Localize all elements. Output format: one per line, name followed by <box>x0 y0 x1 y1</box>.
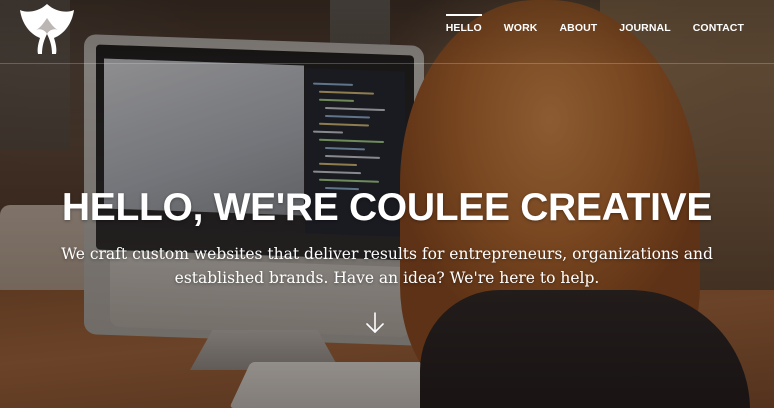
hero-subtext-line-1: We craft custom websites that deliver re… <box>61 245 713 263</box>
hero-subtext-line-2: established brands. Have an idea? We're … <box>174 269 600 287</box>
main-nav: HELLO WORK ABOUT JOURNAL CONTACT <box>445 0 744 34</box>
arrow-down-icon[interactable] <box>364 311 386 335</box>
nav-item-hello[interactable]: HELLO <box>445 0 482 34</box>
hero-subtext: We craft custom websites that deliver re… <box>30 242 744 290</box>
hero-headline: HELLO, WE'RE COULEE CREATIVE <box>61 186 713 229</box>
nav-item-journal[interactable]: JOURNAL <box>619 0 670 34</box>
nav-item-work[interactable]: WORK <box>504 0 538 34</box>
leaf-drop-logo[interactable] <box>18 0 76 56</box>
nav-item-about[interactable]: ABOUT <box>559 0 597 34</box>
hero-section: HELLO WORK ABOUT JOURNAL CONTACT HELLO, … <box>0 0 774 408</box>
nav-item-contact[interactable]: CONTACT <box>693 0 744 34</box>
site-header: HELLO WORK ABOUT JOURNAL CONTACT <box>0 0 774 64</box>
